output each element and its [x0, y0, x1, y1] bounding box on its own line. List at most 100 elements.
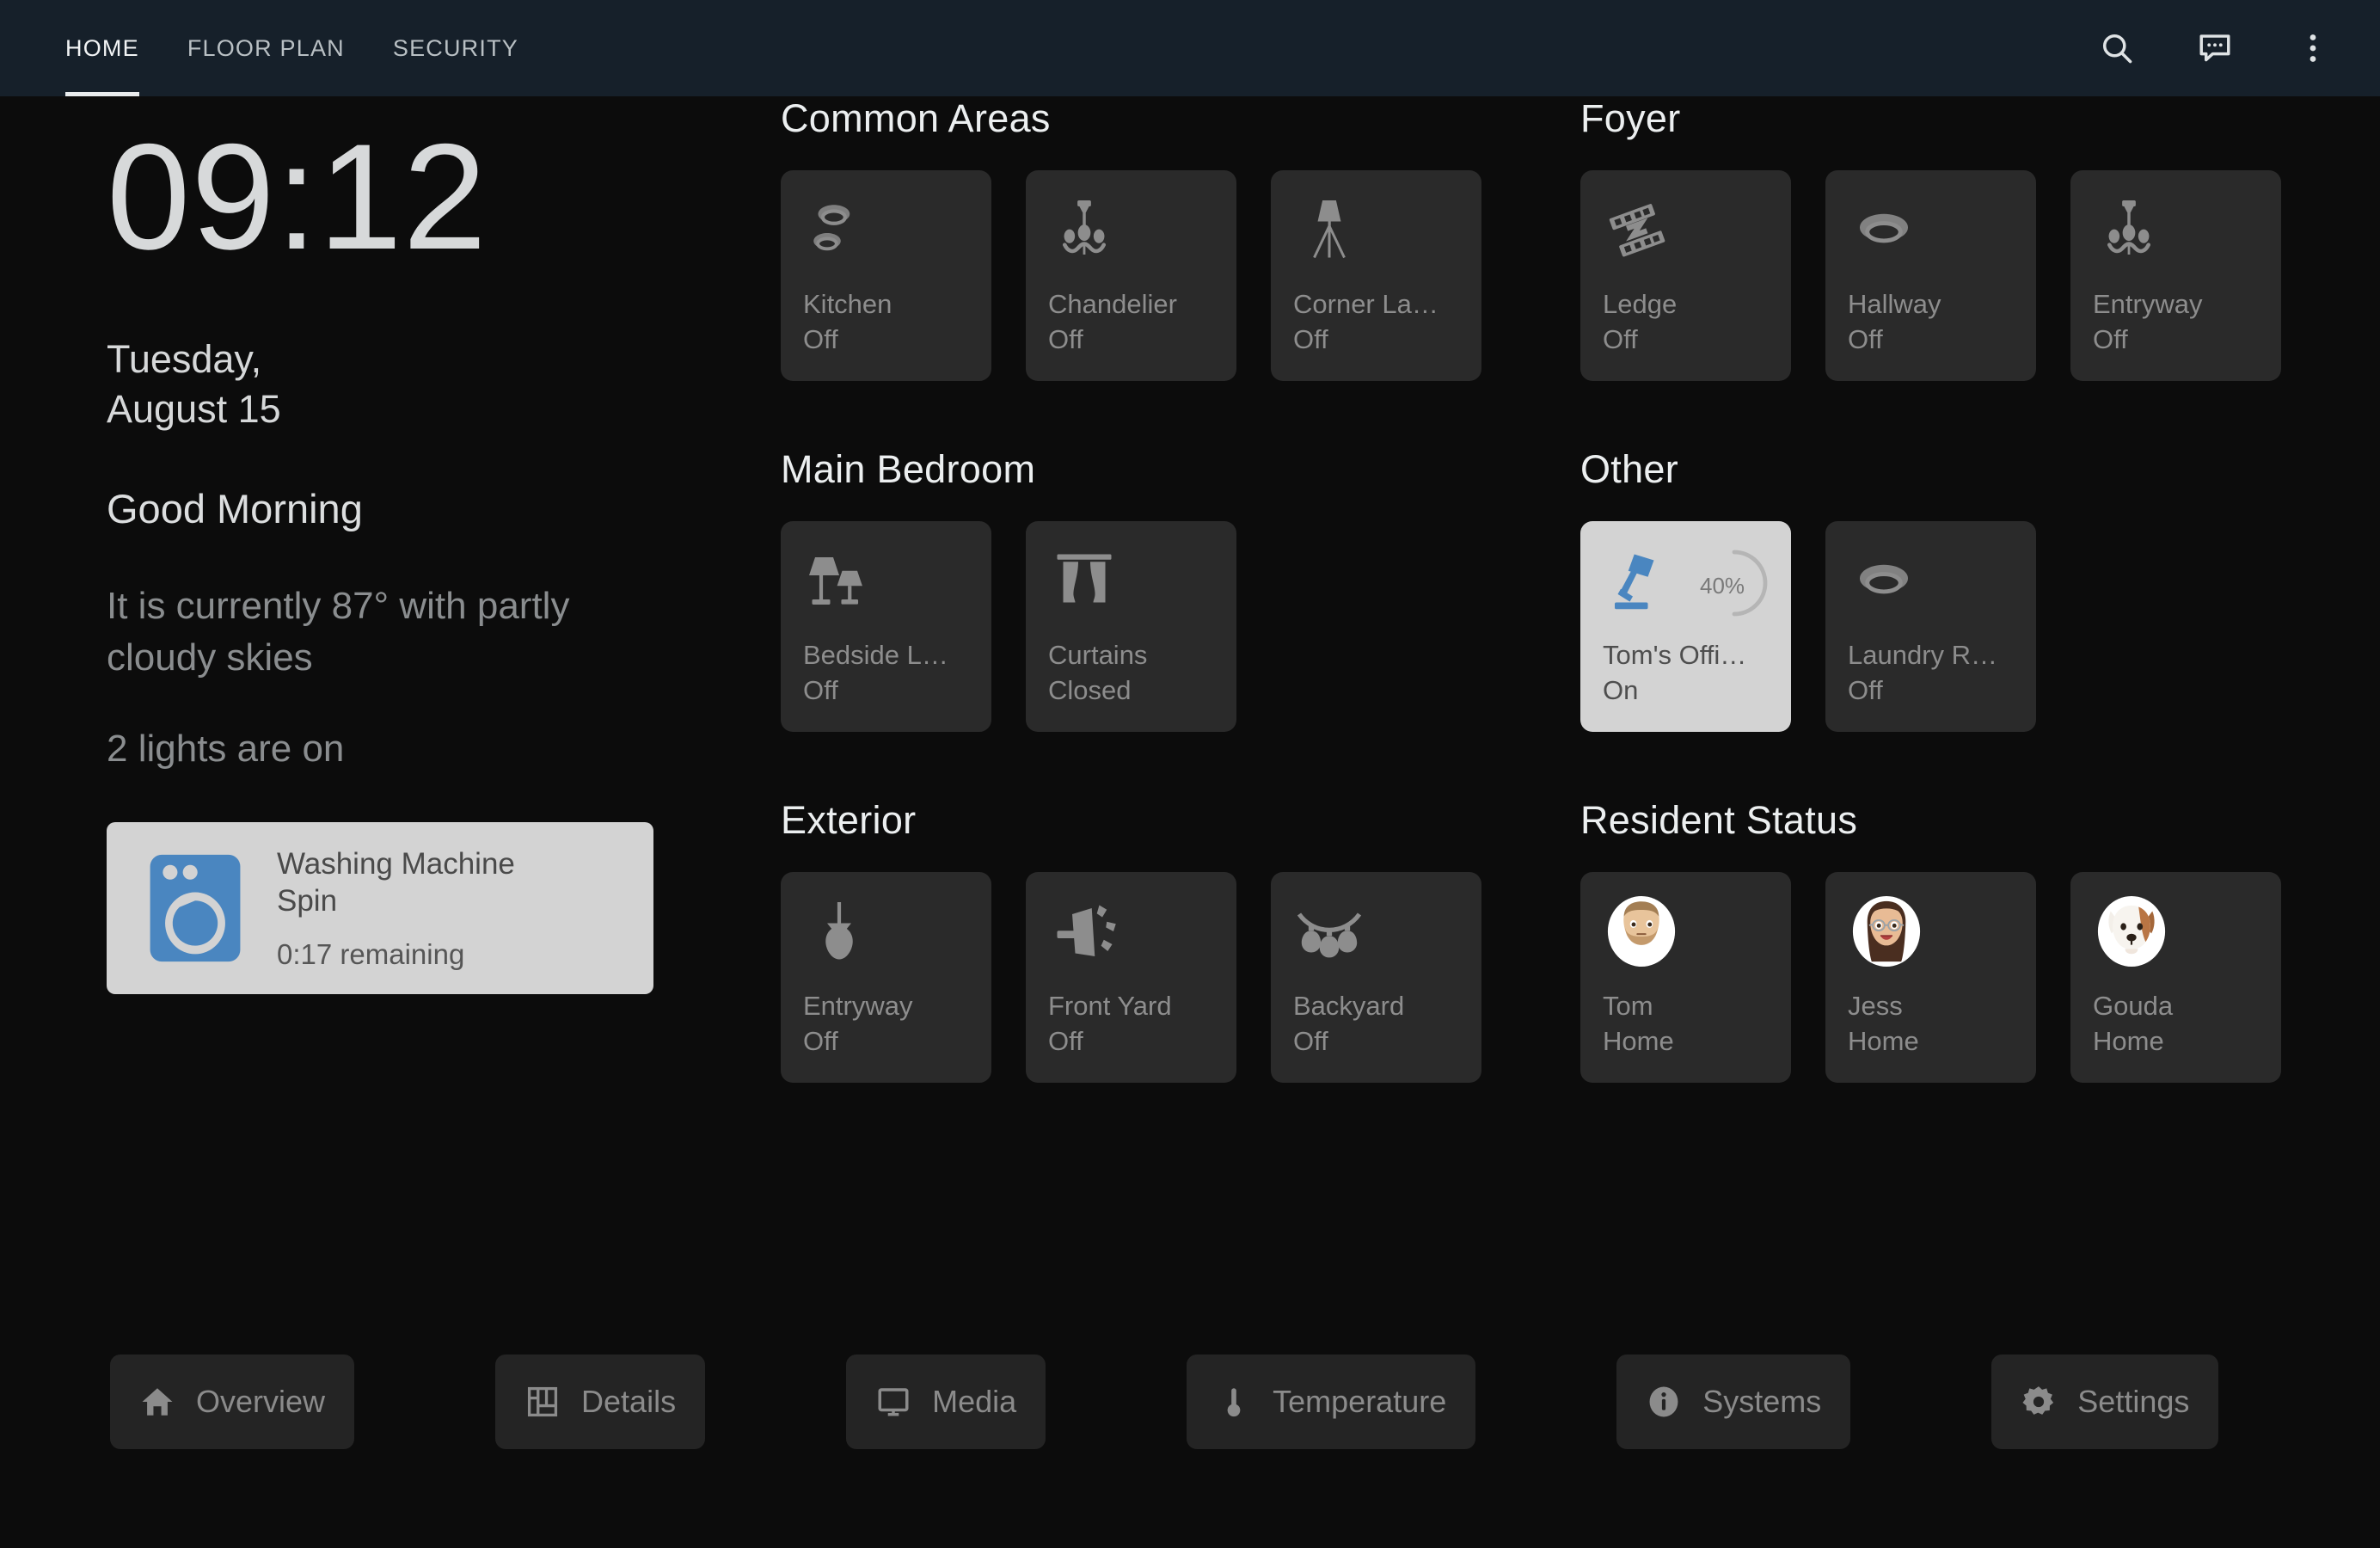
weather-summary: It is currently 87° with partly cloudy s…: [107, 585, 570, 679]
tile-labels: Kitchen Off: [803, 287, 979, 357]
chat-bubble-icon[interactable]: [2194, 28, 2236, 69]
tile-hallway[interactable]: Hallway Off: [1825, 170, 2036, 381]
row-spacer: [757, 732, 2356, 798]
tile-front-yard[interactable]: Front Yard Off: [1026, 872, 1236, 1083]
toolbar-label: Temperature: [1273, 1384, 1447, 1419]
tile-bedside-lamps[interactable]: Bedside L… Off: [781, 521, 991, 732]
washing-machine-card[interactable]: Washing Machine Spin 0:17 remaining: [107, 821, 653, 994]
tile-state: Off: [803, 1025, 838, 1056]
tile-laundry-room[interactable]: Laundry R… Off: [1825, 521, 2036, 732]
tile-name: Tom: [1603, 991, 1653, 1022]
section-title: Foyer: [1580, 96, 1681, 140]
tile-resident-jess[interactable]: Jess Home: [1825, 872, 2036, 1083]
home-icon: [139, 1384, 175, 1420]
tile-name: Backyard: [1293, 991, 1405, 1022]
tile-labels: Backyard Off: [1293, 989, 1469, 1059]
tile-curtains[interactable]: Curtains Closed: [1026, 521, 1236, 732]
led-strip-icon: [1603, 194, 1675, 267]
search-icon[interactable]: [2096, 28, 2138, 69]
tile-state: Home: [2093, 1025, 2164, 1056]
ceiling-light-icon: [1848, 545, 1920, 617]
curtains-icon: [1048, 545, 1120, 617]
tile-state: On: [1603, 674, 1639, 705]
tile-labels: Hallway Off: [1848, 287, 2024, 357]
toolbar-button-overview[interactable]: Overview: [110, 1354, 355, 1449]
tile-labels: Tom Home: [1603, 989, 1779, 1059]
sections-grid: Common Areas Kitchen Off Chandelier Off …: [757, 96, 2356, 1083]
tile-name: Curtains: [1048, 640, 1148, 671]
bottom-toolbar: Overview Details Media Temperature Syste…: [0, 1350, 2380, 1453]
tile-name: Entryway: [2093, 289, 2203, 320]
greeting: Good Morning: [107, 486, 363, 532]
tile-labels: Bedside L… Off: [803, 638, 979, 708]
tile-ledge[interactable]: Ledge Off: [1580, 170, 1791, 381]
toolbar-button-details[interactable]: Details: [495, 1354, 706, 1449]
tile-list: Bedside L… Off Curtains Closed: [781, 521, 1556, 732]
section-row-3: Exterior Entryway Off Front Yard Off Bac…: [757, 798, 2356, 1083]
tile-state: Home: [1603, 1025, 1674, 1056]
tile-name: Gouda: [2093, 991, 2174, 1022]
tile-chandelier[interactable]: Chandelier Off: [1026, 170, 1236, 381]
toolbar-button-media[interactable]: Media: [846, 1354, 1046, 1449]
washing-machine-icon: [132, 851, 258, 965]
page-body: 09:12 Tuesday, August 15 Good Morning It…: [0, 96, 2380, 1548]
tab-home-label: HOME: [65, 34, 139, 61]
brightness-ring[interactable]: 40%: [1696, 547, 1776, 621]
toolbar-label: Settings: [2077, 1384, 2190, 1419]
tile-labels: Laundry R… Off: [1848, 638, 2024, 708]
tile-labels: Chandelier Off: [1048, 287, 1224, 357]
section-title: Exterior: [781, 798, 917, 842]
app-bar-actions: [2096, 28, 2334, 69]
overflow-menu-icon[interactable]: [2292, 28, 2334, 69]
tile-corner-lamp[interactable]: Corner La… Off: [1271, 170, 1481, 381]
section-other: Other 40% Tom's Offi… On Laundry R… Off: [1556, 447, 2356, 732]
toolbar-label: Details: [581, 1384, 677, 1419]
tile-state: Off: [1848, 674, 1883, 705]
tile-labels: Entryway Off: [803, 989, 979, 1059]
tab-home[interactable]: HOME: [41, 0, 163, 96]
chandelier-icon: [2093, 194, 2165, 267]
washing-machine-text: Washing Machine Spin 0:17 remaining: [277, 845, 515, 972]
tile-state: Off: [1048, 323, 1083, 354]
tile-labels: Jess Home: [1848, 989, 2024, 1059]
tile-backyard[interactable]: Backyard Off: [1271, 872, 1481, 1083]
thermometer-icon: [1216, 1384, 1252, 1420]
toolbar-button-systems[interactable]: Systems: [1616, 1354, 1851, 1449]
appliance-name: Washing Machine: [277, 846, 515, 881]
date-block: Tuesday, August 15: [107, 335, 708, 433]
tile-state: Off: [803, 674, 838, 705]
tile-labels: Curtains Closed: [1048, 638, 1224, 708]
section-title: Main Bedroom: [781, 447, 1036, 491]
avatar-gouda: [2095, 894, 2168, 968]
tile-resident-gouda[interactable]: Gouda Home: [2070, 872, 2281, 1083]
toolbar-label: Overview: [196, 1384, 326, 1419]
tile-name: Kitchen: [803, 289, 892, 320]
tile-kitchen[interactable]: Kitchen Off: [781, 170, 991, 381]
lights-summary: 2 lights are on: [107, 727, 345, 770]
tile-state: Off: [803, 323, 838, 354]
desk-lamp-icon: [1603, 545, 1675, 617]
floodlight-icon: [1048, 896, 1120, 968]
tile-name: Hallway: [1848, 289, 1941, 320]
toolbar-button-settings[interactable]: Settings: [1991, 1354, 2219, 1449]
row-spacer: [757, 381, 2356, 447]
weekday: Tuesday,: [107, 337, 262, 381]
tile-toms-office[interactable]: 40% Tom's Offi… On: [1580, 521, 1791, 732]
tile-name: Corner La…: [1293, 289, 1438, 320]
tile-list: Entryway Off Front Yard Off Backyard Off: [781, 872, 1556, 1083]
section-resident-status: Resident Status Tom Home Jess Home Gouda…: [1556, 798, 2356, 1083]
tile-name: Front Yard: [1048, 991, 1172, 1022]
tab-security[interactable]: SECURITY: [369, 0, 543, 96]
tile-entryway-foyer[interactable]: Entryway Off: [2070, 170, 2281, 381]
tab-floor-plan[interactable]: FLOOR PLAN: [163, 0, 369, 96]
table-lamps-icon: [803, 545, 875, 617]
tile-labels: Entryway Off: [2093, 287, 2269, 357]
tile-exterior-entryway[interactable]: Entryway Off: [781, 872, 991, 1083]
tile-name: Entryway: [803, 991, 913, 1022]
toolbar-label: Systems: [1702, 1384, 1822, 1419]
toolbar-button-temperature[interactable]: Temperature: [1187, 1354, 1476, 1449]
appliance-mode: Spin: [277, 883, 338, 918]
tile-state: Home: [1848, 1025, 1919, 1056]
tile-resident-tom[interactable]: Tom Home: [1580, 872, 1791, 1083]
tile-state: Off: [1048, 1025, 1083, 1056]
